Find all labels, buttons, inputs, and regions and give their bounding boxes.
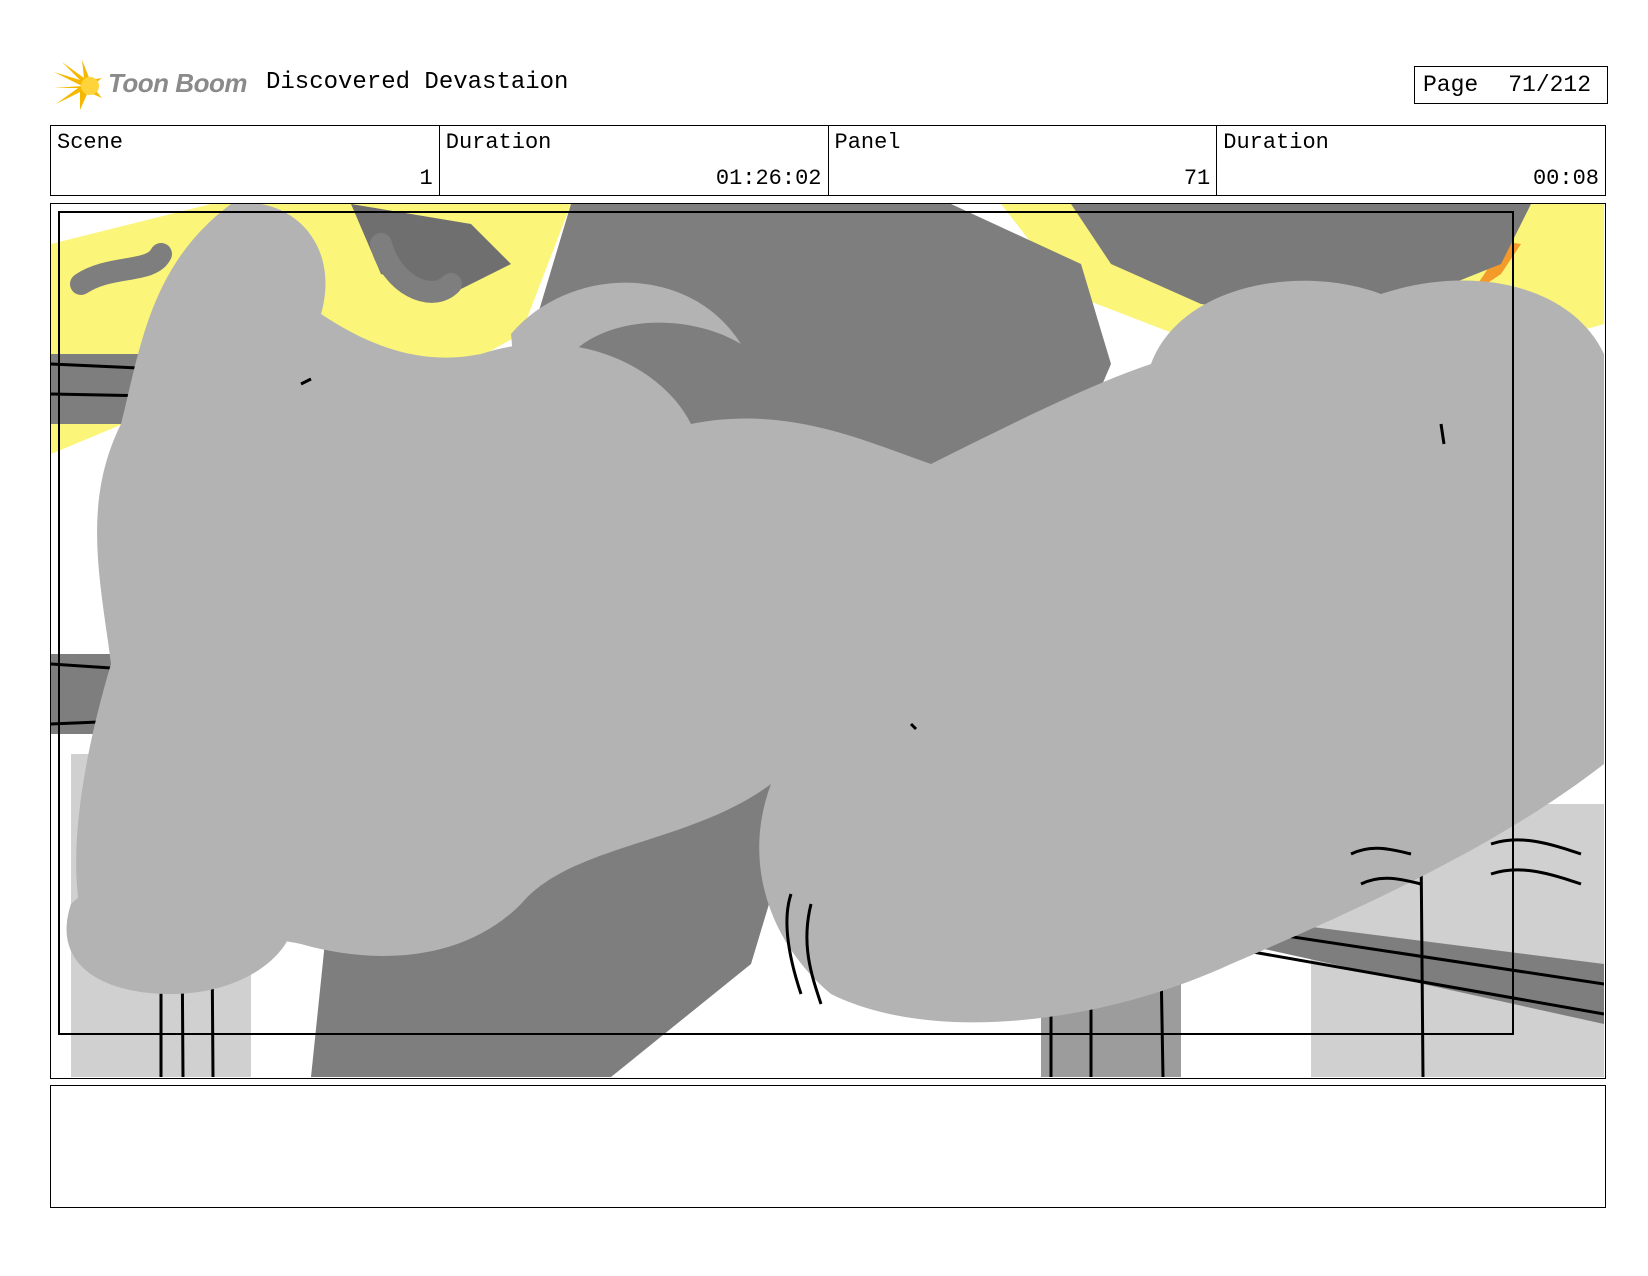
- starburst-icon: [54, 60, 102, 110]
- panel-sketch-image: [51, 204, 1604, 1077]
- scene-value: 1: [419, 166, 433, 191]
- scene-duration-label: Duration: [445, 130, 552, 155]
- page-indicator: Page 71/212: [1414, 66, 1608, 104]
- project-title: Discovered Devastaion: [266, 69, 569, 96]
- scene-duration-cell: Duration 01:26:02: [440, 126, 829, 195]
- panel-label: Panel: [834, 130, 901, 155]
- panel-duration-label: Duration: [1223, 130, 1329, 155]
- panel-value: 71: [1183, 166, 1211, 191]
- scene-duration-value: 01:26:02: [715, 166, 822, 191]
- logo-text: Toon Boom: [108, 68, 247, 98]
- page-label: Page: [1423, 72, 1479, 98]
- scene-cell: Scene 1: [51, 126, 440, 195]
- panel-info-row: Scene 1 Duration 01:26:02 Panel 71 Durat…: [50, 125, 1606, 196]
- panel-duration-value: 00:08: [1532, 166, 1599, 191]
- storyboard-panel: [50, 203, 1606, 1079]
- page-number: 71/212: [1508, 72, 1592, 98]
- panel-duration-cell: Duration 00:08: [1217, 126, 1605, 195]
- panel-notes-box[interactable]: [50, 1085, 1606, 1208]
- toon-boom-logo: Toon Boom: [52, 58, 252, 114]
- panel-cell: Panel 71: [829, 126, 1218, 195]
- scene-label: Scene: [57, 130, 124, 155]
- storyboard-header: Toon Boom Discovered Devastaion Page 71/…: [52, 58, 1608, 114]
